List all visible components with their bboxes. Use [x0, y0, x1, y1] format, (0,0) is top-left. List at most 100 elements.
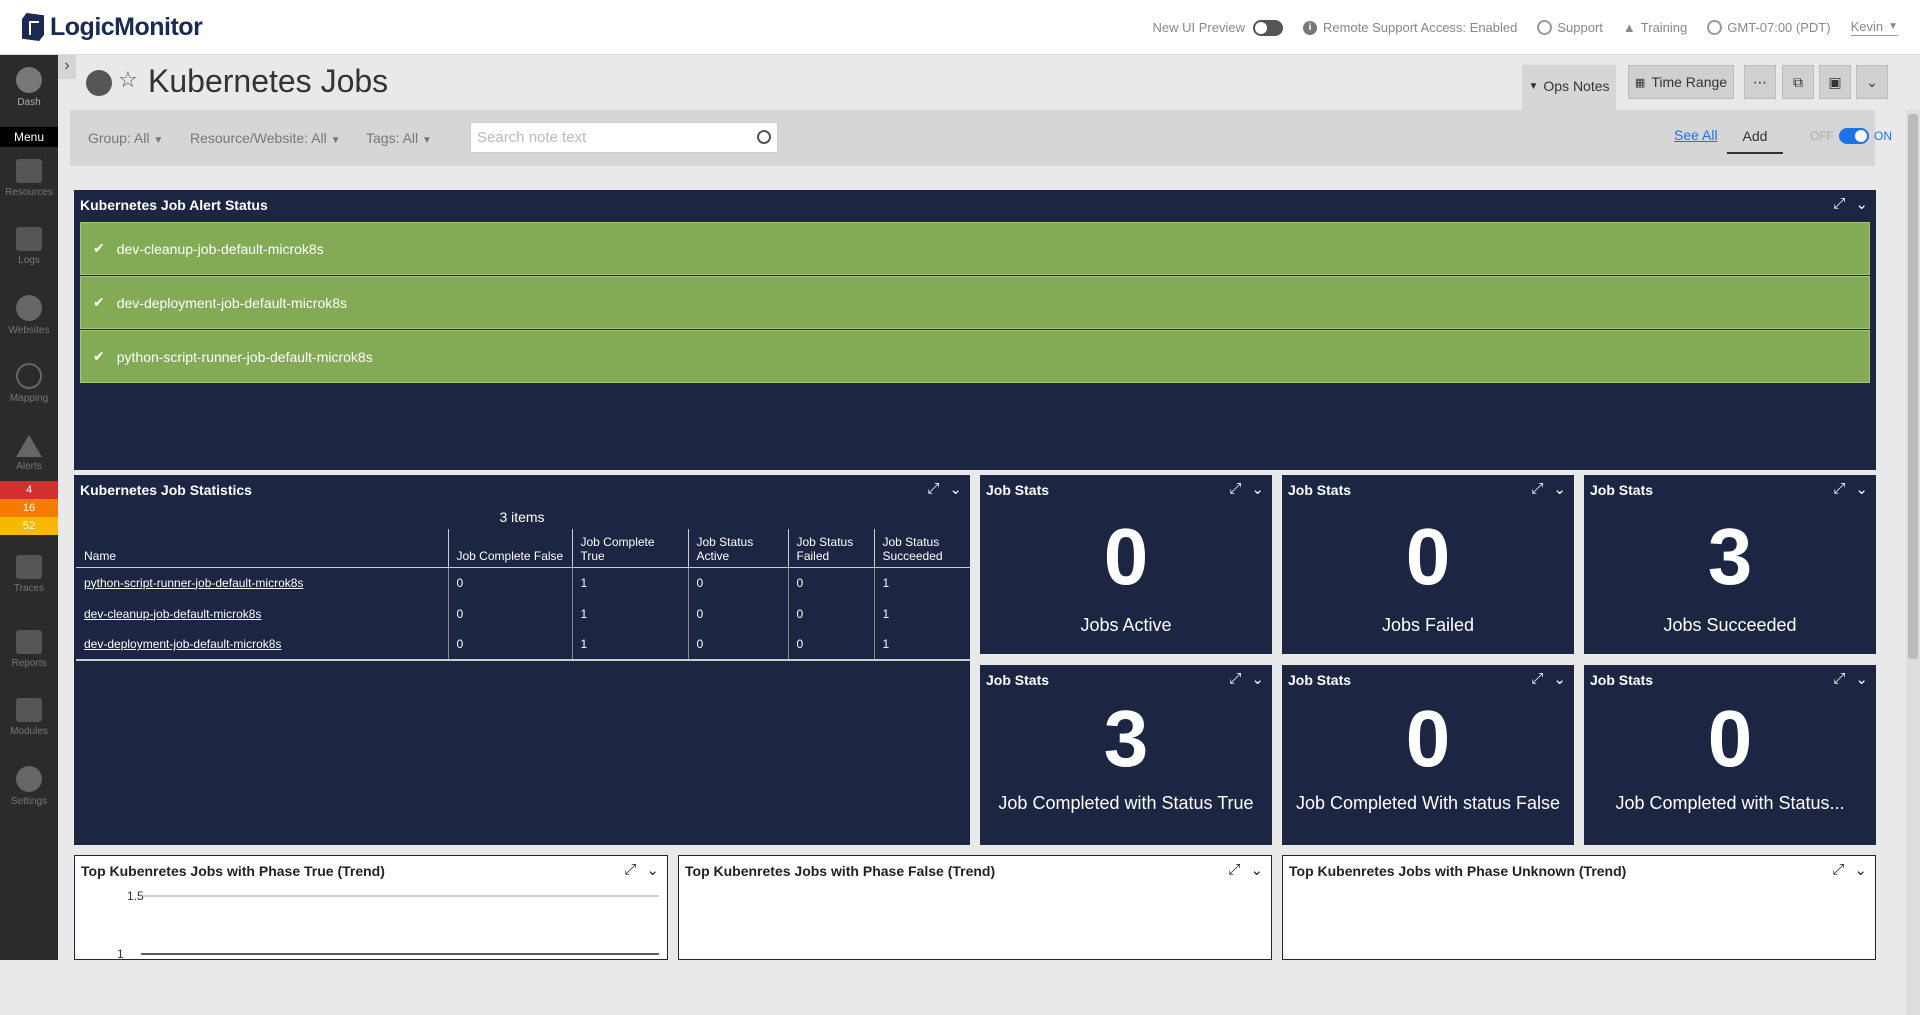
sidebar-item-modules[interactable]: Modules — [0, 698, 58, 737]
table-cell: 1 — [571, 567, 688, 598]
column-header[interactable]: Job Status Succeeded — [873, 529, 970, 568]
chevron-down-icon[interactable]: ⌄ — [1553, 480, 1566, 498]
widget-controls: ⤢ ⌄ — [1833, 480, 1868, 498]
table-cell: 0 — [447, 598, 572, 629]
sidebar-item-resources[interactable]: Resources — [0, 159, 58, 198]
resources-icon — [16, 159, 42, 183]
slideshow-button[interactable]: ⧉ — [1782, 65, 1814, 99]
column-header[interactable]: Job Complete True — [571, 529, 688, 568]
chevron-down-icon[interactable]: ⌄ — [1250, 861, 1263, 879]
column-header[interactable]: Job Status Failed — [787, 529, 874, 568]
page-scrollbar[interactable] — [1906, 110, 1920, 1015]
scrollbar-thumb[interactable] — [1908, 114, 1918, 659]
slideshow-icon: ⧉ — [1793, 73, 1803, 90]
sidebar-item-traces[interactable]: Traces — [0, 555, 58, 594]
search-icon[interactable] — [757, 130, 771, 144]
chevron-down-icon[interactable]: ⌄ — [1855, 480, 1868, 498]
expand-icon[interactable]: ⤢ — [1832, 861, 1844, 879]
ops-notes-button[interactable]: ▼ Ops Notes — [1522, 65, 1616, 110]
expand-icon[interactable]: ⤢ — [927, 480, 939, 498]
note-search-input[interactable]: Search note text — [470, 122, 778, 153]
expand-icon[interactable]: ⤢ — [1229, 480, 1241, 498]
expand-icon[interactable]: ⤢ — [1531, 480, 1543, 498]
chevron-down-icon[interactable]: ⌄ — [1251, 480, 1264, 498]
expand-icon[interactable]: ⤢ — [624, 861, 636, 879]
notes-toggle[interactable]: OFF ON — [1810, 128, 1892, 144]
sidebar-item-alerts[interactable]: Alerts — [0, 435, 58, 472]
support-link[interactable]: Support — [1537, 20, 1603, 35]
job-stat-widget: Job Stats ⤢ ⌄ 0 Job Completed With status… — [1282, 665, 1574, 845]
chevron-down-icon[interactable]: ⌄ — [1553, 670, 1566, 688]
more-options-button[interactable]: ⋯ — [1744, 65, 1776, 99]
widget-controls: ⤢ ⌄ — [1229, 670, 1264, 688]
expand-icon[interactable]: ⤢ — [1229, 670, 1241, 688]
job-name-link[interactable]: dev-cleanup-job-default-microk8s — [84, 607, 261, 621]
alert-row[interactable]: ✔ python-script-runner-job-default-micro… — [80, 330, 1870, 383]
chevron-down-icon[interactable]: ⌄ — [949, 480, 962, 498]
sidebar-item-websites[interactable]: Websites — [0, 295, 58, 336]
expand-icon[interactable]: ⤢ — [1833, 195, 1845, 213]
top-bar: LogicMonitor New UI Preview i Remote Sup… — [0, 0, 1920, 55]
sidebar-label: Alerts — [16, 461, 42, 472]
remote-support[interactable]: i Remote Support Access: Enabled — [1302, 20, 1517, 35]
logo[interactable]: LogicMonitor — [22, 12, 203, 42]
job-name-link[interactable]: dev-deployment-job-default-microk8s — [84, 637, 281, 651]
tags-filter[interactable]: Tags: All ▼ — [366, 130, 432, 146]
alert-row[interactable]: ✔ dev-cleanup-job-default-microk8s — [80, 222, 1870, 275]
job-name-link[interactable]: python-script-runner-job-default-microk8… — [84, 576, 303, 590]
alert-count-warning[interactable]: 52 — [0, 517, 58, 535]
table-cell: 0 — [787, 598, 874, 629]
expand-icon[interactable]: ⤢ — [1531, 670, 1543, 688]
chevron-down-icon[interactable]: ⌄ — [1855, 195, 1868, 213]
expand-icon[interactable]: ⤢ — [1833, 480, 1845, 498]
job-statistics-table: Name Job Complete False Job Complete Tru… — [76, 529, 970, 661]
alert-count-error[interactable]: 16 — [0, 499, 58, 517]
expand-icon[interactable]: ⤢ — [1228, 861, 1240, 879]
table-cell: 1 — [571, 598, 688, 629]
sidebar-item-dash[interactable]: Dash — [0, 67, 58, 108]
table-cell: 0 — [787, 567, 874, 598]
widget-title: Kubernetes Job Alert Status — [80, 197, 268, 213]
stat-label: Job Completed with Status True — [998, 793, 1254, 813]
table-row: dev-deployment-job-default-microk8s 0 1 … — [76, 629, 970, 661]
logs-icon — [16, 227, 42, 251]
alert-row[interactable]: ✔ dev-deployment-job-default-microk8s — [80, 276, 1870, 329]
off-label: OFF — [1810, 129, 1834, 143]
column-header[interactable]: Job Status Active — [687, 529, 788, 568]
chevron-down-icon[interactable]: ⌄ — [1855, 670, 1868, 688]
timezone[interactable]: GMT-07:00 (PDT) — [1707, 20, 1831, 35]
sidebar-item-settings[interactable]: Settings — [0, 766, 58, 807]
group-filter[interactable]: Group: All ▼ — [88, 130, 163, 146]
chevron-down-icon[interactable]: ⌄ — [646, 861, 659, 879]
training-link[interactable]: ▲ Training — [1623, 20, 1687, 35]
column-header[interactable]: Name — [76, 529, 448, 568]
table-cell: 0 — [687, 598, 788, 629]
alert-count-critical[interactable]: 4 — [0, 481, 58, 499]
toggle-switch[interactable] — [1839, 128, 1869, 144]
add-note-button[interactable]: Add — [1727, 120, 1783, 154]
chevron-down-icon[interactable]: ⌄ — [1854, 861, 1867, 879]
widget-title: Kubernetes Job Statistics — [80, 482, 252, 498]
favorite-star-icon[interactable]: ☆ — [118, 67, 138, 93]
chevron-down-icon[interactable]: ⌄ — [1251, 670, 1264, 688]
see-all-link[interactable]: See All — [1674, 127, 1718, 143]
user-menu[interactable]: Kevin ▼ — [1850, 19, 1898, 36]
dashboard-menu-button[interactable]: ⌄ — [1856, 65, 1888, 99]
page-header: ☆ Kubernetes Jobs ▼ Ops Notes ▦ Time Ran… — [58, 55, 1920, 110]
warning-icon — [16, 435, 42, 457]
sidebar-item-reports[interactable]: Reports — [0, 630, 58, 669]
trend-widget: Top Kubenretes Jobs with Phase False (Tr… — [678, 855, 1272, 960]
new-ui-toggle[interactable] — [1252, 19, 1283, 36]
page-title: Kubernetes Jobs — [148, 63, 389, 99]
job-stat-widget: Job Stats ⤢ ⌄ 0 Jobs Active — [980, 475, 1272, 654]
sidebar-item-logs[interactable]: Logs — [0, 227, 58, 266]
sidebar-item-mapping[interactable]: Mapping — [0, 363, 58, 404]
column-header[interactable]: Job Complete False — [447, 529, 572, 568]
new-ui-preview[interactable]: New UI Preview — [1153, 19, 1283, 36]
widget-title: Top Kubenretes Jobs with Phase Unknown (… — [1289, 863, 1627, 879]
resource-filter[interactable]: Resource/Website: All ▼ — [190, 130, 341, 146]
widget-title: Top Kubenretes Jobs with Phase False (Tr… — [685, 863, 996, 879]
expand-icon[interactable]: ⤢ — [1833, 670, 1845, 688]
time-range-button[interactable]: ▦ Time Range — [1628, 65, 1734, 99]
fullscreen-button[interactable]: ▣ — [1819, 65, 1851, 99]
